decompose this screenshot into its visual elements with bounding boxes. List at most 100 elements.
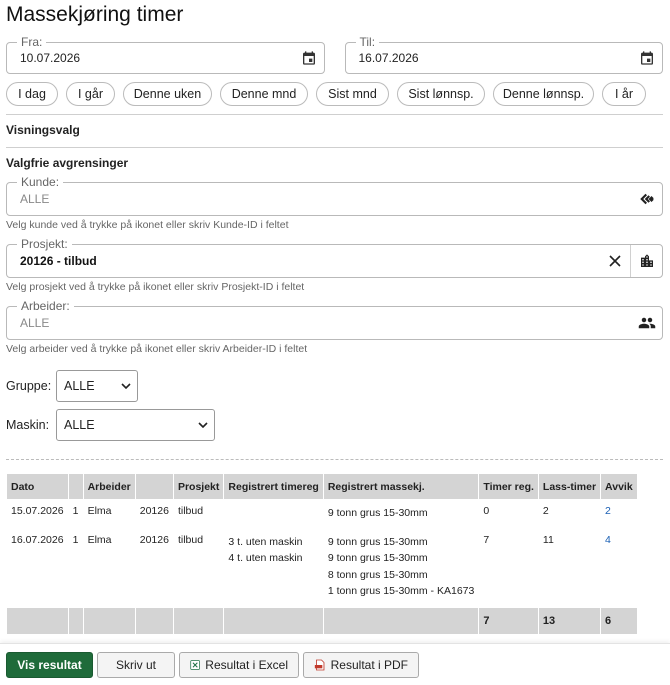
from-date-field[interactable]: Fra: 10.07.2026 <box>6 35 325 74</box>
pdf-icon <box>314 659 325 670</box>
project-filter: Prosjekt: 20126 - tilbud Velg prosjekt v… <box>6 237 663 294</box>
to-date-field[interactable]: Til: 16.07.2026 <box>344 35 663 74</box>
chip-last-month[interactable]: Sist mnd <box>316 82 389 106</box>
table-header-row: Dato Arbeider Prosjekt Registrert timere… <box>7 474 637 499</box>
excel-icon <box>190 659 200 670</box>
total-load-hours: 13 <box>538 607 601 634</box>
project-helper: Velg prosjekt ved å trykke på ikonet ell… <box>6 281 305 293</box>
col-deviation: Avvik <box>601 474 637 499</box>
building-icon[interactable] <box>630 245 662 277</box>
worker-filter: Arbeider: ALLE Velg arbeider ved å trykk… <box>6 299 663 356</box>
calendar-icon[interactable] <box>294 43 324 73</box>
group-select[interactable]: ALLE <box>56 370 138 402</box>
worker-input[interactable]: ALLE <box>7 316 632 330</box>
massekj-line: 9 tonn grus 15-30mm <box>327 535 428 548</box>
cell-project-id: 20126 <box>139 533 169 546</box>
chevron-down-icon <box>121 383 131 389</box>
total-deviation: 6 <box>601 607 637 634</box>
cell-num: 1 <box>72 505 79 517</box>
action-bar: Vis resultat Skriv ut Resultat i Excel R… <box>0 643 670 685</box>
timereg-line: 4 t. uten maskin <box>228 552 303 564</box>
chip-this-month[interactable]: Denne mnd <box>220 82 308 106</box>
spacer-row <box>7 600 637 608</box>
worker-label: Arbeider: <box>17 299 74 313</box>
chip-this-year[interactable]: I år <box>602 82 646 106</box>
excel-button-label: Resultat i Excel <box>205 657 288 672</box>
optional-filters-title: Valgfrie avgrensinger <box>6 156 129 170</box>
calendar-icon[interactable] <box>632 43 662 73</box>
machine-select-value: ALLE <box>64 418 95 432</box>
cell-worker: Elma <box>87 505 112 517</box>
customer-input[interactable]: ALLE <box>7 192 632 206</box>
handshake-icon[interactable] <box>632 183 662 215</box>
cell-num: 1 <box>72 533 79 546</box>
cell-worker: Elma <box>87 533 112 546</box>
totals-row: 7 13 6 <box>7 607 637 634</box>
col-project-id <box>135 474 173 499</box>
from-date-value[interactable]: 10.07.2026 <box>7 51 294 65</box>
cell-load-hours: 2 <box>542 505 549 517</box>
chip-this-week[interactable]: Denne uken <box>123 82 212 106</box>
customer-label: Kunde: <box>17 175 64 189</box>
pdf-button[interactable]: Resultat i PDF <box>303 651 419 678</box>
to-date-value[interactable]: 16.07.2026 <box>346 51 633 65</box>
chip-yesterday[interactable]: I går <box>66 82 115 106</box>
group-select-value: ALLE <box>64 379 95 393</box>
cell-massekj: 9 tonn grus 15-30mm <box>324 499 479 528</box>
customer-helper: Velg kunde ved å trykke på ikonet eller … <box>6 219 289 231</box>
massekj-line: 9 tonn grus 15-30mm <box>327 552 428 564</box>
col-load-hours: Lass-timer <box>538 474 601 499</box>
massekj-line: 8 tonn grus 15-30mm <box>327 568 428 581</box>
results-table: Dato Arbeider Prosjekt Registrert timere… <box>6 474 638 634</box>
customer-filter: Kunde: ALLE Velg kunde ved å trykke på i… <box>6 175 663 232</box>
project-input[interactable]: 20126 - tilbud <box>7 254 600 268</box>
worker-helper: Velg arbeider ved å trykke på ikonet ell… <box>6 343 308 355</box>
table-row: 16.07.2026 1 Elma 20126 tilbud 3 t. uten… <box>7 528 637 600</box>
machine-select[interactable]: ALLE <box>56 409 215 441</box>
col-massekj: Registrert massekj. <box>323 474 479 499</box>
group-label: Gruppe: <box>6 379 52 393</box>
col-date: Dato <box>7 474 68 499</box>
cell-timereg <box>224 499 322 528</box>
col-hours: Timer reg. <box>479 474 538 499</box>
col-worker: Arbeider <box>83 474 135 499</box>
worker-field[interactable]: Arbeider: ALLE <box>6 299 663 340</box>
show-result-button[interactable]: Vis resultat <box>6 651 93 678</box>
close-icon[interactable] <box>600 245 630 277</box>
cell-date: 15.07.2026 <box>11 505 64 517</box>
divider <box>6 459 663 460</box>
customer-field[interactable]: Kunde: ALLE <box>6 175 663 216</box>
cell-project: tilbud <box>177 505 204 517</box>
cell-date: 16.07.2026 <box>11 533 64 546</box>
table-row: 15.07.2026 1 Elma 20126 tilbud 9 tonn gr… <box>7 499 637 528</box>
cell-project-id: 20126 <box>139 505 169 517</box>
view-options-toggle[interactable]: Visningsvalg <box>6 115 663 147</box>
chip-this-payperiod[interactable]: Denne lønnsp. <box>493 82 594 106</box>
cell-project: tilbud <box>177 533 204 546</box>
cell-load-hours: 11 <box>542 533 554 546</box>
page-title: Massekjøring timer <box>6 3 184 26</box>
quick-range-chips: I dag I går Denne uken Denne mnd Sist mn… <box>6 82 663 106</box>
group-row: Gruppe: ALLE <box>6 370 663 402</box>
massekj-line: 9 tonn grus 15-30mm <box>327 507 428 519</box>
cell-hours: 7 <box>483 533 490 546</box>
col-project: Prosjekt <box>173 474 224 499</box>
cell-timereg: 3 t. uten maskin 4 t. uten maskin <box>224 528 322 600</box>
cell-hours: 0 <box>483 505 490 517</box>
timereg-line: 3 t. uten maskin <box>228 535 303 548</box>
cell-deviation-link[interactable]: 4 <box>601 528 637 600</box>
cell-deviation-link[interactable]: 2 <box>601 499 637 528</box>
print-button[interactable]: Skriv ut <box>97 651 175 678</box>
col-timereg: Registrert timereg <box>224 474 323 499</box>
machine-row: Maskin: ALLE <box>6 409 663 441</box>
project-label: Prosjekt: <box>17 237 72 251</box>
excel-button[interactable]: Resultat i Excel <box>179 651 299 678</box>
project-field[interactable]: Prosjekt: 20126 - tilbud <box>6 237 663 278</box>
chevron-down-icon <box>198 422 208 428</box>
col-num <box>68 474 83 499</box>
machine-label: Maskin: <box>6 418 50 432</box>
chip-last-payperiod[interactable]: Sist lønnsp. <box>397 82 485 106</box>
cell-massekj: 9 tonn grus 15-30mm 9 tonn grus 15-30mm … <box>324 528 479 600</box>
people-icon[interactable] <box>632 307 662 339</box>
chip-today[interactable]: I dag <box>6 82 58 106</box>
